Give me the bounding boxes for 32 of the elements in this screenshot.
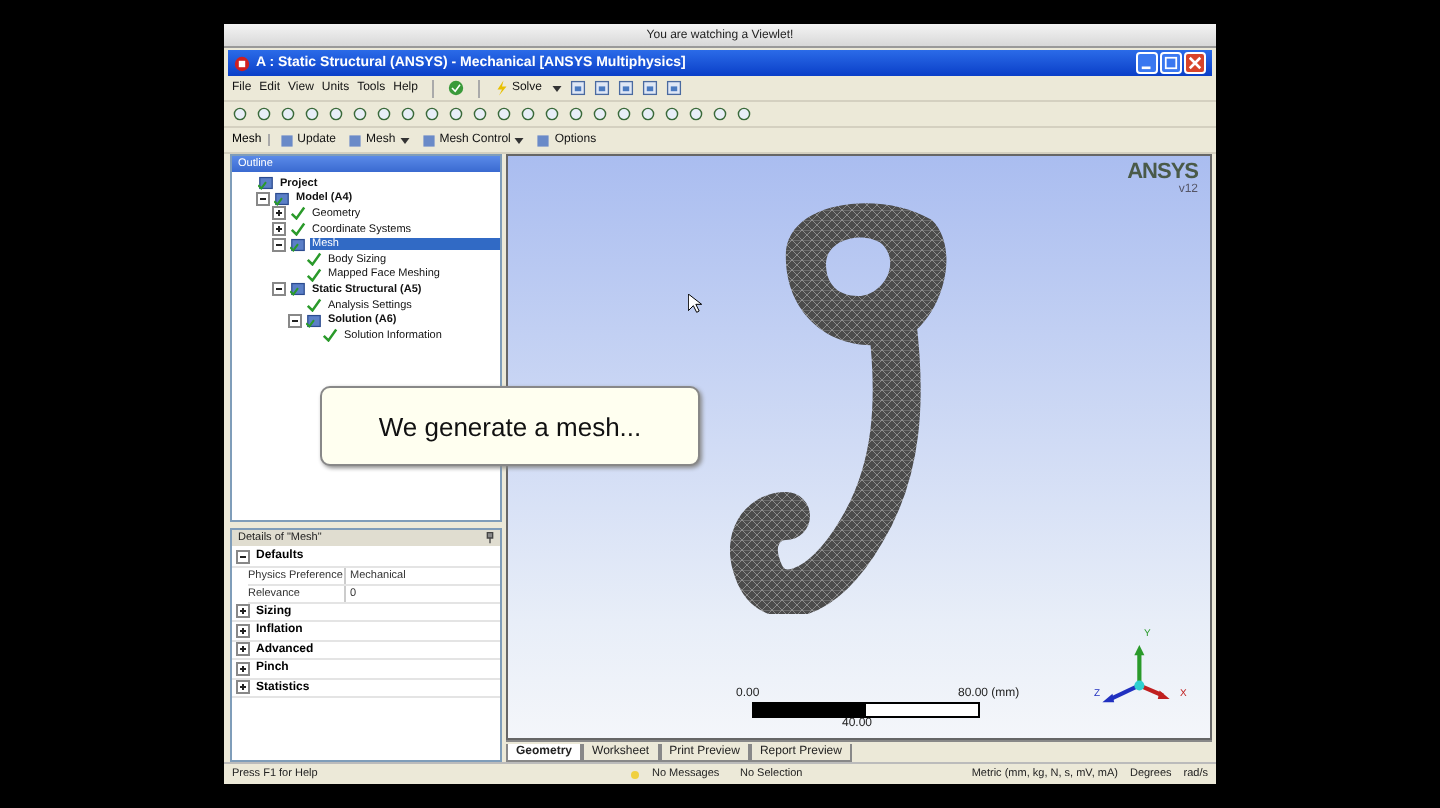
expand-toggle[interactable] [288, 313, 302, 328]
close-button[interactable] [1184, 52, 1206, 74]
expand-toggle[interactable] [256, 191, 270, 206]
expand-toggle[interactable] [236, 623, 250, 638]
maximize-icon [1164, 56, 1178, 70]
expand-toggle[interactable] [272, 206, 286, 221]
close-icon [1188, 56, 1202, 70]
maximize-button[interactable] [1160, 52, 1182, 74]
app-icon [234, 55, 250, 71]
square-icon [421, 133, 436, 147]
caret-icon [399, 137, 410, 143]
expand-toggle[interactable] [236, 661, 250, 676]
expand-toggle[interactable] [236, 549, 250, 564]
mouse-pointer-icon [688, 294, 702, 314]
square-icon [536, 133, 551, 147]
caret-icon [514, 137, 525, 143]
square-icon [348, 133, 363, 147]
expand-toggle[interactable] [272, 222, 286, 237]
message-icon [630, 769, 640, 779]
caret-icon[interactable] [551, 85, 562, 91]
square-icon [279, 133, 294, 147]
expand-toggle[interactable] [236, 680, 250, 695]
check-circle-icon[interactable] [447, 80, 464, 96]
callout: We generate a mesh... [320, 386, 700, 466]
expand-toggle[interactable] [236, 604, 250, 619]
expand-toggle[interactable] [272, 237, 286, 252]
minimize-button[interactable] [1136, 52, 1158, 74]
logo: ANSYS [1127, 160, 1198, 184]
expand-toggle[interactable] [272, 282, 286, 297]
lightning-icon [495, 80, 508, 96]
expand-toggle[interactable] [236, 642, 250, 657]
pin-icon[interactable] [486, 532, 494, 544]
